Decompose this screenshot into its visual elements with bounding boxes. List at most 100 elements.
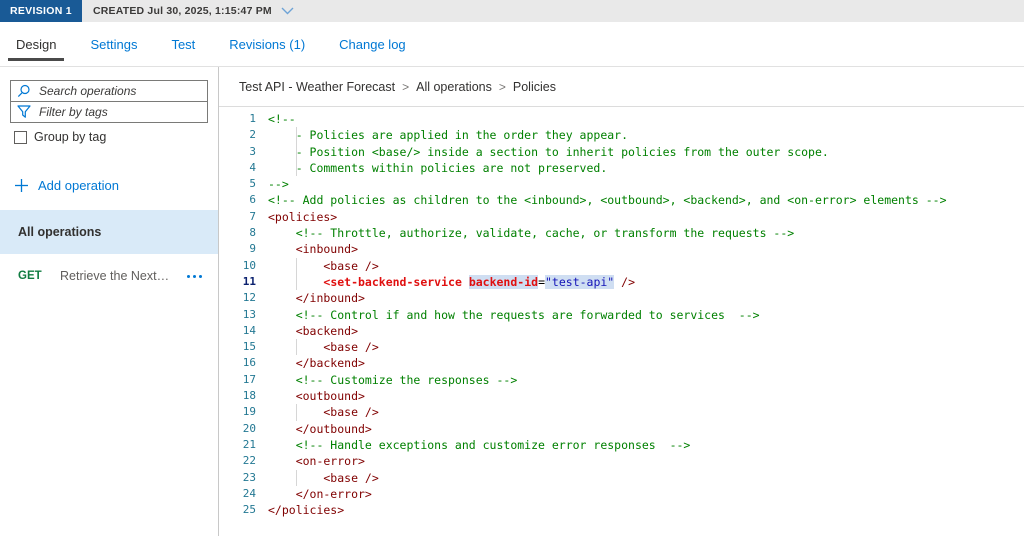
code-line[interactable]: 7 <policies> [219,209,1024,225]
operation-name: Retrieve the Next… [60,269,170,283]
search-operations-box[interactable] [10,80,208,102]
code-line[interactable]: 22 <on-error> [219,453,1024,469]
code-text: <!-- [268,111,296,127]
add-operation-button[interactable]: Add operation [14,178,119,193]
operation-list-item[interactable]: GET Retrieve the Next… [0,254,218,298]
code-text: --> [268,176,289,192]
code-text: </backend> [268,355,365,371]
indent-guide-line [295,273,297,291]
line-number: 4 [249,160,256,174]
line-number: 25 [242,503,256,517]
line-number: 17 [242,372,256,386]
code-token: <!-- [268,112,296,126]
code-line[interactable]: 11 <set-backend-service backend-id="test… [219,273,1024,291]
code-line[interactable]: 23 <base /> [219,469,1024,486]
tab-revisions-1[interactable]: Revisions (1) [227,22,307,66]
line-number: 24 [242,486,256,500]
code-text: <outbound> [268,388,365,404]
main-panel: Test API - Weather Forecast > All operatio… [219,67,1024,536]
code-token: <!-- Throttle, authorize, validate, cach… [268,226,795,241]
code-line[interactable]: 2 - Policies are applied in the order th… [219,127,1024,144]
plus-icon [14,178,29,193]
line-number: 7 [249,209,256,223]
line-number: 12 [242,291,256,305]
line-number: 11 [242,274,256,288]
line-number: 2 [249,128,256,142]
indent-guide-line [295,127,297,144]
code-text: <base /> [268,404,379,421]
code-line[interactable]: 16 </backend> [219,355,1024,371]
code-line[interactable]: 6 <!-- Add policies as children to the <i… [219,192,1024,208]
indent-guide-line [295,469,297,486]
code-token: <base /> [268,258,379,273]
filter-by-tags-box[interactable] [10,101,208,123]
search-input[interactable] [37,83,201,99]
code-line[interactable]: 24 </on-error> [219,486,1024,502]
code-token: <!-- Handle exceptions and customize err… [268,437,691,452]
code-line[interactable]: 4 - Comments within policies are not pre… [219,159,1024,177]
breadcrumb-item-test-api-weather-forecast[interactable]: Test API - Weather Forecast [239,80,395,94]
sidebar-item-all-operations[interactable]: All operations [0,210,218,254]
policy-editor[interactable]: 1 <!-- 2 - Policies are applied in the ord… [219,107,1024,518]
code-line[interactable]: 25 </policies> [219,502,1024,518]
code-token: "test-api" [545,274,615,289]
chevron-down-icon[interactable] [281,7,294,15]
breadcrumb-item-all-operations[interactable]: All operations [416,80,492,94]
add-operation-label: Add operation [38,178,119,193]
ellipsis-dot-icon [193,274,196,278]
code-text: <base /> [268,257,379,274]
code-line[interactable]: 14 <backend> [219,323,1024,339]
code-line[interactable]: 19 <base /> [219,404,1024,421]
line-number: 10 [242,258,256,272]
tab-change-log[interactable]: Change log [337,22,408,66]
operation-menu-button[interactable] [187,271,202,282]
tab-design[interactable]: Design [7,22,66,66]
code-token: </backend> [268,356,365,371]
code-token: <inbound> [268,242,359,257]
ellipsis-dot-icon [187,274,190,278]
tab-bar: Design Settings Test Revisions (1) Change lo… [0,22,1024,67]
code-line[interactable]: 20 </outbound> [219,421,1024,437]
content-area: Group by tag Add operation All operation… [0,67,1024,536]
code-line[interactable]: 15 <base /> [219,339,1024,356]
code-line[interactable]: 10 <base /> [219,257,1024,274]
code-text: - Comments within policies are not prese… [268,159,608,177]
code-text: <inbound> [268,241,358,257]
tab-test[interactable]: Test [169,22,197,66]
code-token: <set-backend-service [323,274,462,289]
code-line[interactable]: 5 --> [219,176,1024,192]
code-token: /> [614,274,636,289]
code-token: </inbound> [268,291,365,306]
revision-bar: REVISION 1 CREATED Jul 30, 2025, 1:15:47… [0,0,1024,22]
code-line[interactable]: 1 <!-- [219,111,1024,127]
code-text: <base /> [268,339,379,356]
code-token: --> [268,177,289,192]
code-token: </outbound> [268,421,372,436]
code-token: - Comments within policies are not prese… [268,160,608,175]
code-line[interactable]: 18 <outbound> [219,388,1024,404]
breadcrumb-item-policies[interactable]: Policies [513,80,556,94]
code-line[interactable]: 13 <!-- Control if and how the requests … [219,307,1024,323]
revision-badge: REVISION 1 [0,0,82,22]
filter-input[interactable] [37,104,201,120]
tab-settings[interactable]: Settings [88,22,139,66]
code-token: <!-- Control if and how the requests are… [268,307,760,322]
code-line[interactable]: 8 <!-- Throttle, authorize, validate, ca… [219,225,1024,241]
ellipsis-dot-icon [199,274,202,278]
code-line[interactable]: 12 </inbound> [219,290,1024,306]
code-text: <policies> [268,209,337,225]
code-token: <base /> [268,405,379,420]
code-line[interactable]: 3 - Position <base/> inside a section to… [219,143,1024,160]
indent-guide-line [295,339,297,356]
operations-sidebar: Group by tag Add operation All operation… [0,67,219,536]
code-text: <!-- Add policies as children to the <in… [268,192,947,208]
code-token: <policies> [268,209,338,224]
group-by-tag-checkbox[interactable] [14,130,27,144]
code-text: </policies> [268,502,344,518]
code-line[interactable]: 9 <inbound> [219,241,1024,257]
line-number: 6 [249,193,256,207]
code-token: backend-id [468,274,539,289]
breadcrumb-separator: > [498,79,506,94]
code-line[interactable]: 17 <!-- Customize the responses --> [219,372,1024,388]
code-line[interactable]: 21 <!-- Handle exceptions and customize … [219,437,1024,453]
